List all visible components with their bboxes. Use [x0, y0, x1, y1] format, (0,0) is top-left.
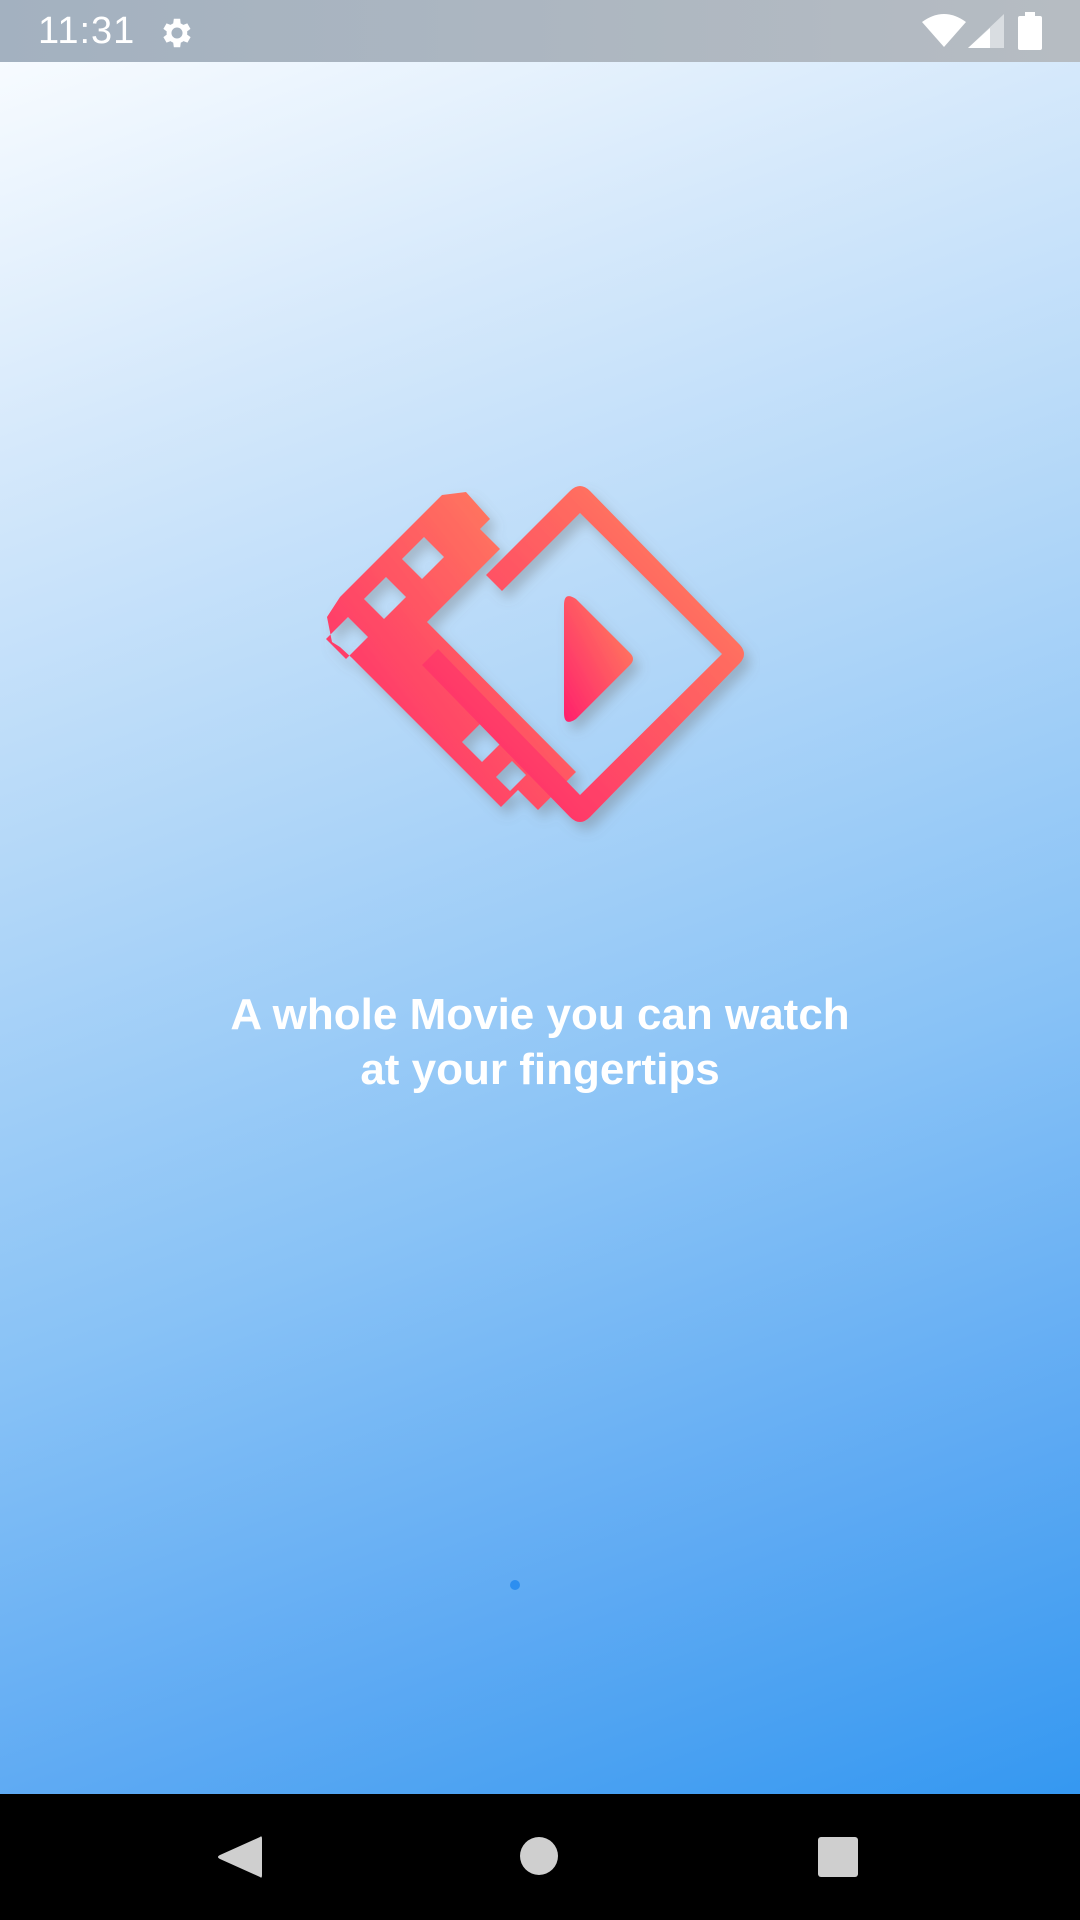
status-bar: 11:31 [0, 0, 1080, 62]
recents-icon[interactable] [818, 1837, 858, 1877]
screen: 11:31 A whole Movie you can watch at you… [0, 0, 1080, 1920]
wifi-icon [922, 14, 966, 47]
gear-icon [163, 18, 191, 48]
page-indicator-dot [510, 1580, 520, 1590]
home-icon[interactable] [520, 1837, 558, 1875]
tagline-line-1: A whole Movie you can watch [230, 990, 850, 1039]
splash-screen: A whole Movie you can watch at your fing… [0, 62, 1080, 1794]
back-icon[interactable] [216, 1833, 262, 1881]
status-time: 11:31 [38, 10, 136, 52]
film-play-icon [326, 486, 744, 822]
tagline: A whole Movie you can watch at your fing… [140, 987, 940, 1097]
signal-icon [968, 14, 1004, 48]
tagline-line-2: at your fingertips [360, 1045, 720, 1094]
battery-icon [1018, 12, 1042, 50]
